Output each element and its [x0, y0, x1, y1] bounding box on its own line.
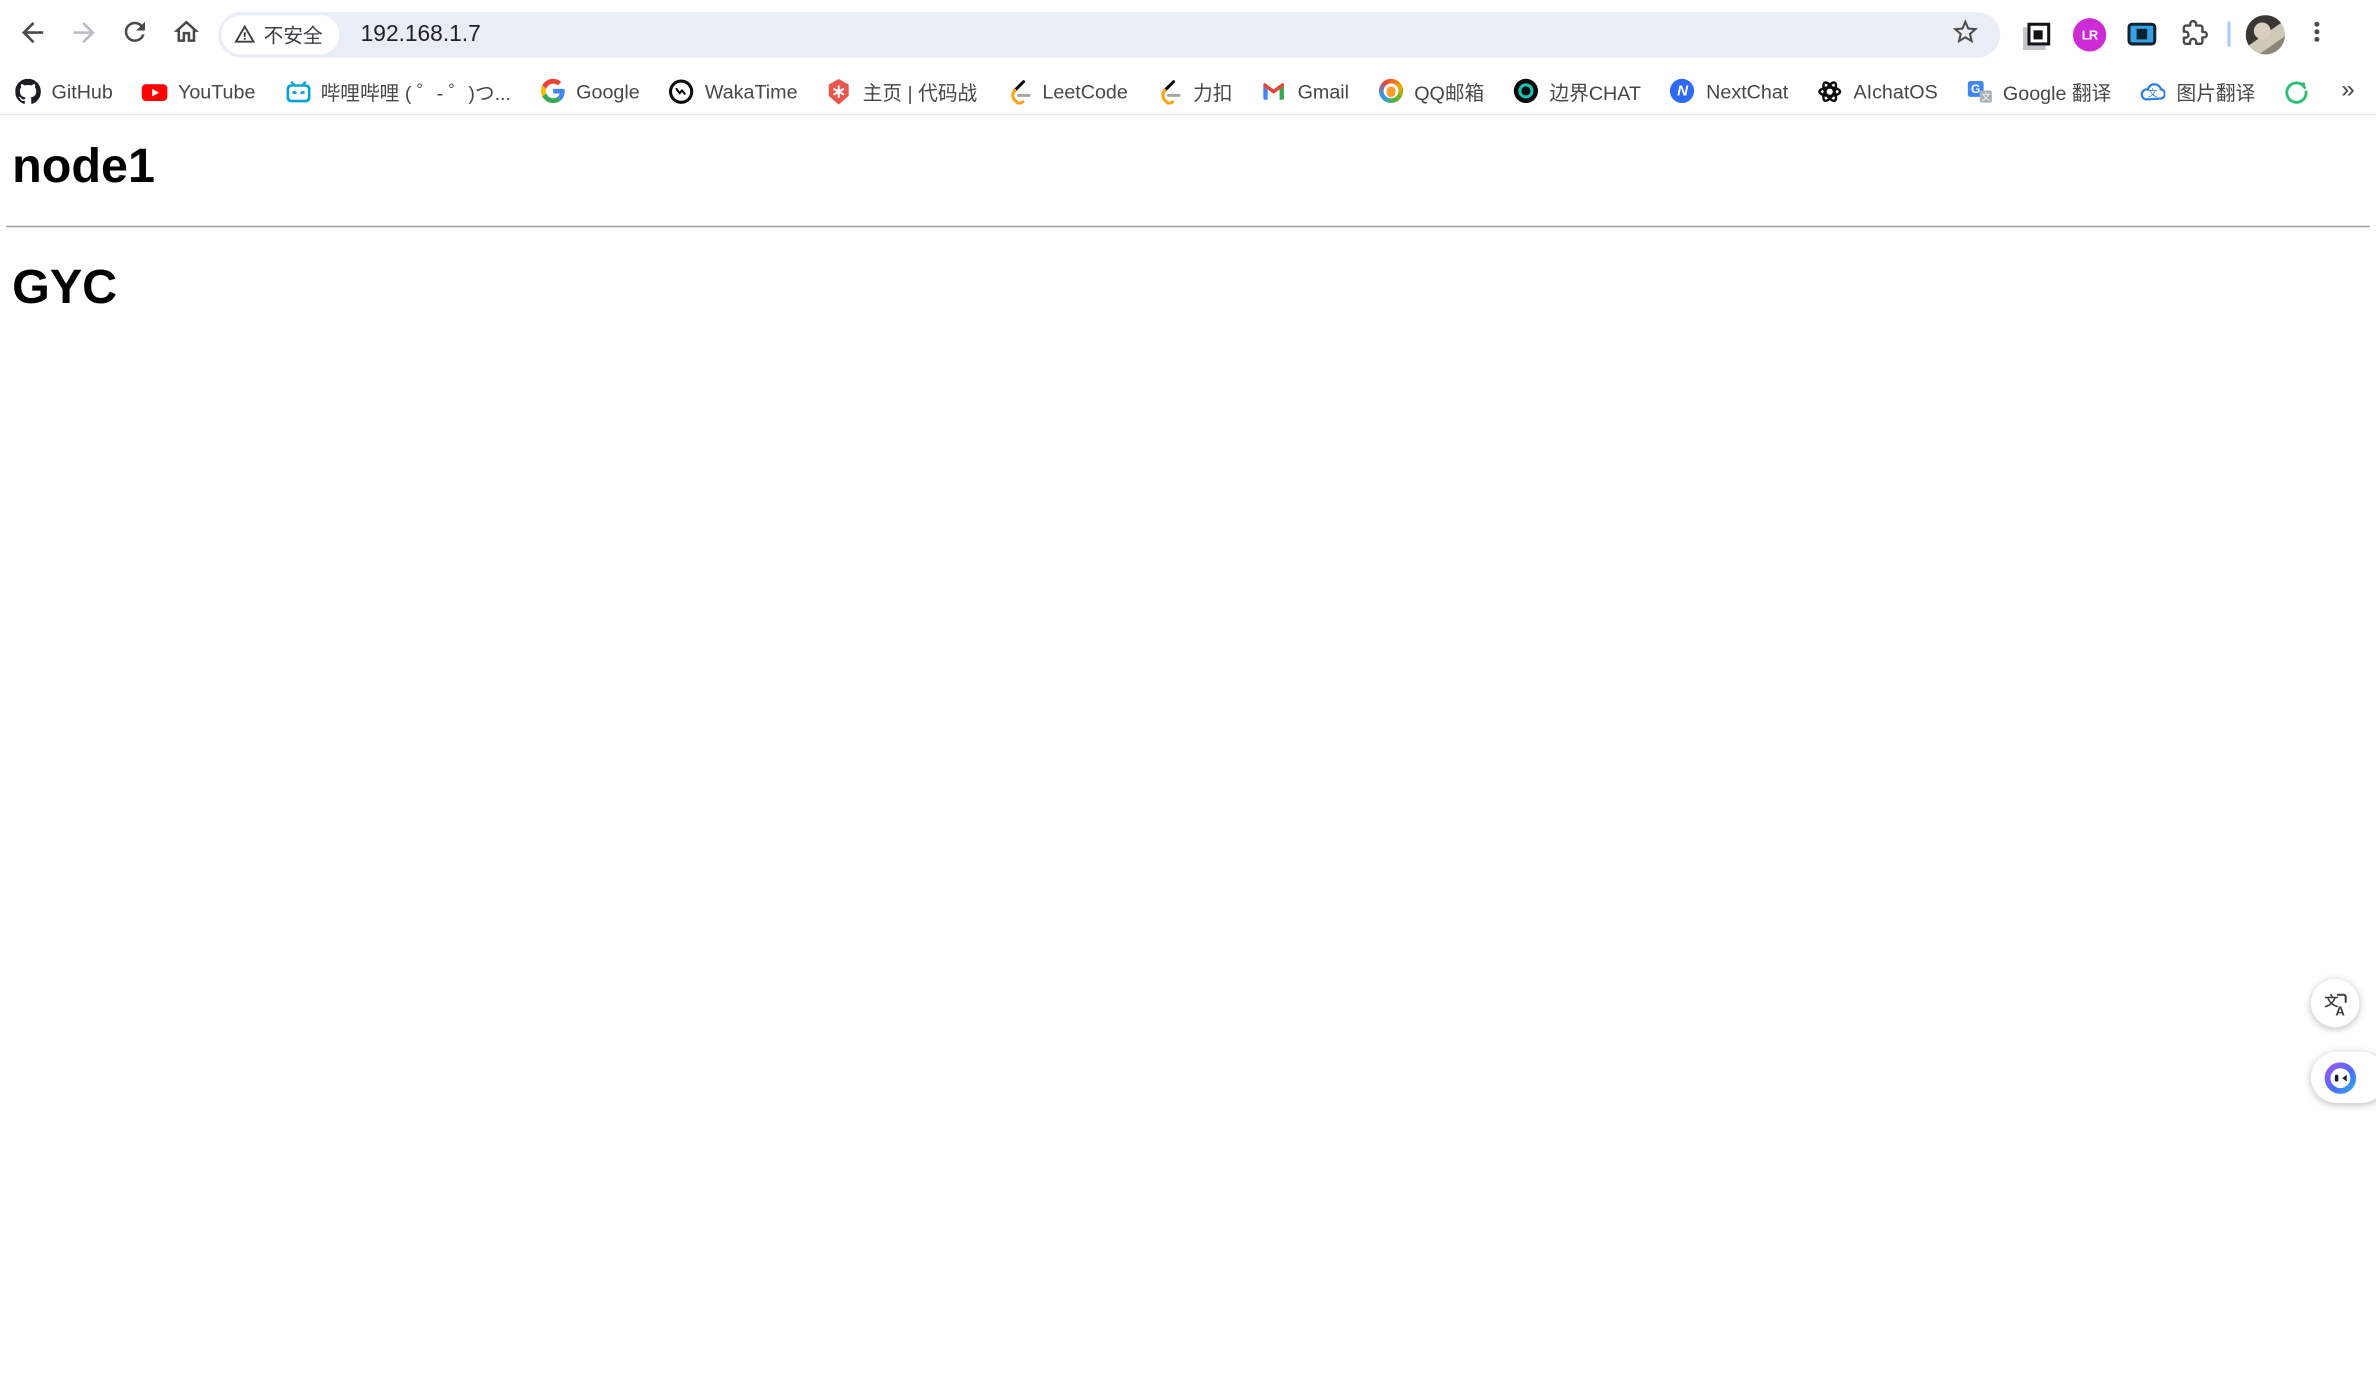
nextchat-icon: N — [1670, 78, 1696, 104]
home-icon — [171, 17, 201, 52]
screenshot-ext-icon — [2026, 22, 2050, 46]
star-icon — [1950, 17, 1980, 52]
bookmark-label: Google — [576, 79, 640, 103]
bookmark-item[interactable]: QQ邮箱 — [1378, 77, 1484, 106]
bookmarks-bar: GitHub YouTube 哔哩哔哩 ( ゜- ゜)つ... Google WakaT… — [0, 68, 2376, 116]
home-button[interactable] — [161, 8, 213, 60]
bookmarks-overflow-button[interactable]: » — [2341, 77, 2355, 104]
reload-icon — [120, 17, 150, 52]
qqmail-icon — [1378, 78, 1404, 104]
bookmark-label: Gmail — [1297, 79, 1350, 103]
green-planet-icon — [2284, 78, 2310, 104]
bookmark-label: 主页 | 代码战 — [862, 81, 978, 104]
bookmark-label: 图片翻译 — [2176, 81, 2256, 104]
forward-button[interactable] — [58, 8, 110, 60]
bilibili-icon — [284, 78, 310, 104]
robot-face-icon — [2321, 1058, 2359, 1096]
bookmark-label: LeetCode — [1042, 79, 1128, 103]
translate-icon: 文A — [2321, 989, 2350, 1018]
svg-text:文: 文 — [2148, 87, 2158, 99]
url-text[interactable]: 192.168.1.7 — [361, 21, 481, 47]
pip-extension-button[interactable] — [2118, 11, 2163, 56]
kebab-menu-icon — [2302, 17, 2332, 52]
leetcode-icon — [1006, 78, 1032, 104]
svg-text:A: A — [2335, 1003, 2345, 1018]
forward-arrow-icon — [67, 16, 99, 52]
menu-button[interactable] — [2294, 11, 2339, 56]
extensions-area: LR — [2015, 11, 2339, 56]
svg-text:G: G — [1971, 81, 1980, 95]
page-heading: node1 — [12, 137, 155, 193]
bookmark-item[interactable]: Gmail — [1261, 78, 1349, 104]
bookmark-star-button[interactable] — [1946, 14, 1985, 53]
gmail-icon — [1261, 78, 1287, 104]
bookmark-item[interactable]: 边界CHAT — [1513, 77, 1641, 106]
security-label: 不安全 — [263, 24, 323, 47]
lr-extension-button[interactable]: LR — [2067, 11, 2112, 56]
bookmark-label: 哔哩哔哩 ( ゜- ゜)つ... — [320, 81, 512, 104]
bookmark-item[interactable]: 知识星球 — [2284, 77, 2320, 106]
leetcode-icon — [1157, 78, 1183, 104]
extensions-button[interactable] — [2170, 11, 2215, 56]
back-button[interactable] — [6, 8, 58, 60]
avatar — [2245, 14, 2286, 54]
bookmarks-list: GitHub YouTube 哔哩哔哩 ( ゜- ゜)つ... Google WakaT… — [15, 77, 2320, 106]
back-arrow-icon — [16, 16, 48, 52]
bookmark-item[interactable]: AIchatOS — [1817, 78, 1938, 104]
chevron-double-right-icon: » — [2341, 77, 2355, 104]
pip-ext-icon — [2126, 22, 2156, 46]
red-hex-swirl-icon — [826, 78, 852, 104]
bookmark-item[interactable]: 力扣 — [1157, 77, 1233, 106]
bookmark-label: Google 翻译 — [2002, 81, 2112, 104]
bookmark-label: 边界CHAT — [1549, 81, 1642, 104]
google-translate-icon: G文 — [1967, 78, 1993, 104]
bookmark-label: QQ邮箱 — [1414, 81, 1485, 104]
bookmark-label: 力扣 — [1193, 81, 1233, 104]
browser-toolbar: 不安全 192.168.1.7 LR — [0, 0, 2376, 69]
section-heading: GYC — [12, 259, 118, 315]
lr-ext-icon: LR — [2072, 17, 2107, 51]
google-icon — [540, 78, 566, 104]
profile-button[interactable] — [2243, 11, 2288, 56]
bookmark-item[interactable]: YouTube — [142, 78, 256, 104]
puzzle-icon — [2177, 16, 2209, 52]
bookmark-item[interactable]: 哔哩哔哩 ( ゜- ゜)つ... — [284, 77, 511, 106]
bookmark-label: YouTube — [178, 79, 256, 103]
bookmark-label: WakaTime — [704, 79, 798, 103]
youtube-icon — [142, 78, 169, 104]
bookmark-item[interactable]: G 文 Google 翻译 — [1967, 77, 2112, 106]
translate-fab[interactable]: 文A — [2310, 978, 2360, 1028]
address-bar[interactable]: 不安全 192.168.1.7 — [218, 11, 2001, 57]
bookmark-item[interactable]: 文 图片翻译 — [2140, 77, 2255, 106]
assistant-fab[interactable] — [2310, 1051, 2376, 1104]
bookmark-item[interactable]: WakaTime — [668, 78, 798, 104]
screenshot-extension-button[interactable] — [2015, 11, 2060, 56]
warning-triangle-icon — [233, 23, 256, 46]
bookmark-item[interactable]: LeetCode — [1006, 78, 1128, 104]
reload-button[interactable] — [109, 8, 161, 60]
page-content: node1 GYC — [0, 137, 2376, 317]
bookmark-item[interactable]: GitHub — [15, 78, 113, 104]
github-icon — [15, 78, 41, 104]
horizontal-rule — [6, 226, 2370, 228]
bookmark-label: NextChat — [1706, 79, 1789, 103]
svg-text:文: 文 — [1981, 90, 1990, 101]
wakatime-icon — [668, 78, 694, 104]
bookmark-label: AIchatOS — [1853, 79, 1938, 103]
browser-window: 不安全 192.168.1.7 LR GitHub YouTube 哔哩哔哩 (… — [0, 0, 2376, 1375]
bookmark-item[interactable]: 主页 | 代码战 — [826, 77, 977, 106]
cloud-translate-icon: 文 — [2140, 78, 2166, 104]
bookmark-item[interactable]: Google — [540, 78, 640, 104]
bianjie-chat-icon — [1513, 78, 1539, 104]
bookmark-item[interactable]: N NextChat — [1670, 78, 1789, 104]
toolbar-divider — [2227, 21, 2231, 47]
openai-knot-icon — [1817, 78, 1843, 104]
bookmark-label: GitHub — [51, 79, 113, 103]
security-chip[interactable]: 不安全 — [221, 14, 340, 54]
